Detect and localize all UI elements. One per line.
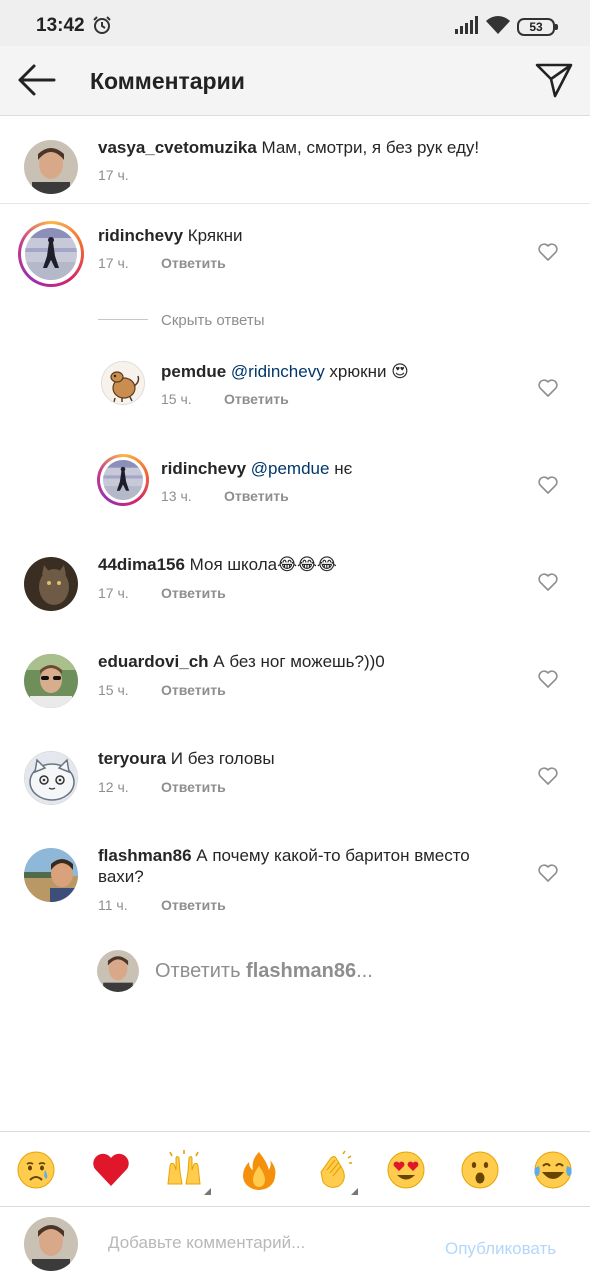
publish-button[interactable]: Опубликовать [445,1239,556,1259]
like-heart-icon[interactable] [538,243,558,261]
surprised-face-emoji[interactable] [460,1150,500,1190]
story-ring[interactable] [18,221,84,287]
comment-time: 13 ч. [161,488,192,504]
emoji-variants-indicator [204,1188,211,1195]
comment-text: И без головы [166,749,275,768]
divider [0,203,590,204]
reply-button[interactable]: Ответить [224,391,289,407]
like-heart-icon[interactable] [538,864,558,882]
comment-username[interactable]: ridinchevy [161,459,246,478]
send-icon[interactable] [534,60,574,100]
hide-replies-line [98,319,148,320]
comment-text: А без ног можешь?))0 [208,652,385,671]
comment-username[interactable]: eduardovi_ch [98,652,209,671]
like-heart-icon[interactable] [538,379,558,397]
heart-eyes-emoji[interactable] [386,1150,426,1190]
avatar[interactable] [103,460,143,500]
comment-time: 15 ч. [161,391,192,407]
reply-button[interactable]: Ответить [224,488,289,504]
comment-time: 15 ч. [98,682,129,698]
tears-of-joy-emoji[interactable] [533,1150,573,1190]
battery-icon: 53 [517,18,558,36]
avatar[interactable] [101,361,145,405]
reply-prompt-suffix: ... [356,960,373,982]
comment-username[interactable]: vasya_cvetomuzika [98,138,257,157]
crying-face-emoji[interactable] [16,1150,56,1190]
reply-prompt-username: flashman86 [246,960,357,982]
comment-username[interactable]: flashman86 [98,846,192,865]
raising-hands-emoji[interactable] [164,1150,204,1190]
reply-button[interactable]: Ответить [161,585,226,601]
avatar[interactable] [24,557,78,611]
avatar[interactable] [24,140,78,194]
comment-time: 17 ч. [98,255,129,271]
mention-link[interactable]: @ridinchevy [226,362,325,381]
emoji-bar [0,1131,590,1206]
wifi-icon [486,16,510,34]
comment-text: хрюкни 😍 [324,362,409,381]
like-heart-icon[interactable] [538,476,558,494]
fire-emoji[interactable] [239,1150,279,1190]
comment-text: Моя школа😂😂😂 [184,555,337,574]
comment-text: Крякни [183,226,243,245]
comment-username[interactable]: teryoura [98,749,166,768]
comment-username[interactable]: pemdue [161,362,226,381]
back-arrow-icon[interactable] [16,62,56,98]
reply-button[interactable]: Ответить [161,897,226,913]
red-heart-emoji[interactable] [91,1150,131,1190]
avatar[interactable] [25,228,77,280]
header: Комментарии [0,46,590,116]
alarm-icon [93,16,111,34]
avatar [24,1217,78,1271]
comment-username[interactable]: ridinchevy [98,226,183,245]
status-time: 13:42 [36,15,85,36]
story-ring[interactable] [97,454,149,506]
comment-time: 11 ч. [98,897,128,913]
reply-button[interactable]: Ответить [161,255,226,271]
comment-input-bar: Добавьте комментарий... Опубликовать [0,1206,590,1280]
avatar[interactable] [24,751,78,805]
mention-link[interactable]: @pemdue [246,459,330,478]
comment-time: 12 ч. [98,779,129,795]
reply-button[interactable]: Ответить [161,682,226,698]
emoji-variants-indicator [351,1188,358,1195]
comment-username[interactable]: 44dima156 [98,555,185,574]
like-heart-icon[interactable] [538,573,558,591]
status-bar: 13:42 53 [0,0,590,46]
signal-icon [455,16,478,34]
reply-prompt-prefix: Ответить [155,960,247,982]
comment-text: Мам, смотри, я без рук еду! [256,138,480,157]
hide-replies-button[interactable]: Скрыть ответы [161,312,265,329]
like-heart-icon[interactable] [538,767,558,785]
like-heart-icon[interactable] [538,670,558,688]
comment-text: нє [329,459,353,478]
avatar[interactable] [24,848,78,902]
clapping-hands-emoji[interactable] [313,1150,353,1190]
avatar[interactable] [24,654,78,708]
comment-input[interactable]: Добавьте комментарий... [108,1233,408,1253]
comment-time: 17 ч. [98,585,129,601]
comment-time: 17 ч. [98,167,129,183]
reply-button[interactable]: Ответить [161,779,226,795]
page-title: Комментарии [90,68,245,94]
avatar [97,950,139,992]
